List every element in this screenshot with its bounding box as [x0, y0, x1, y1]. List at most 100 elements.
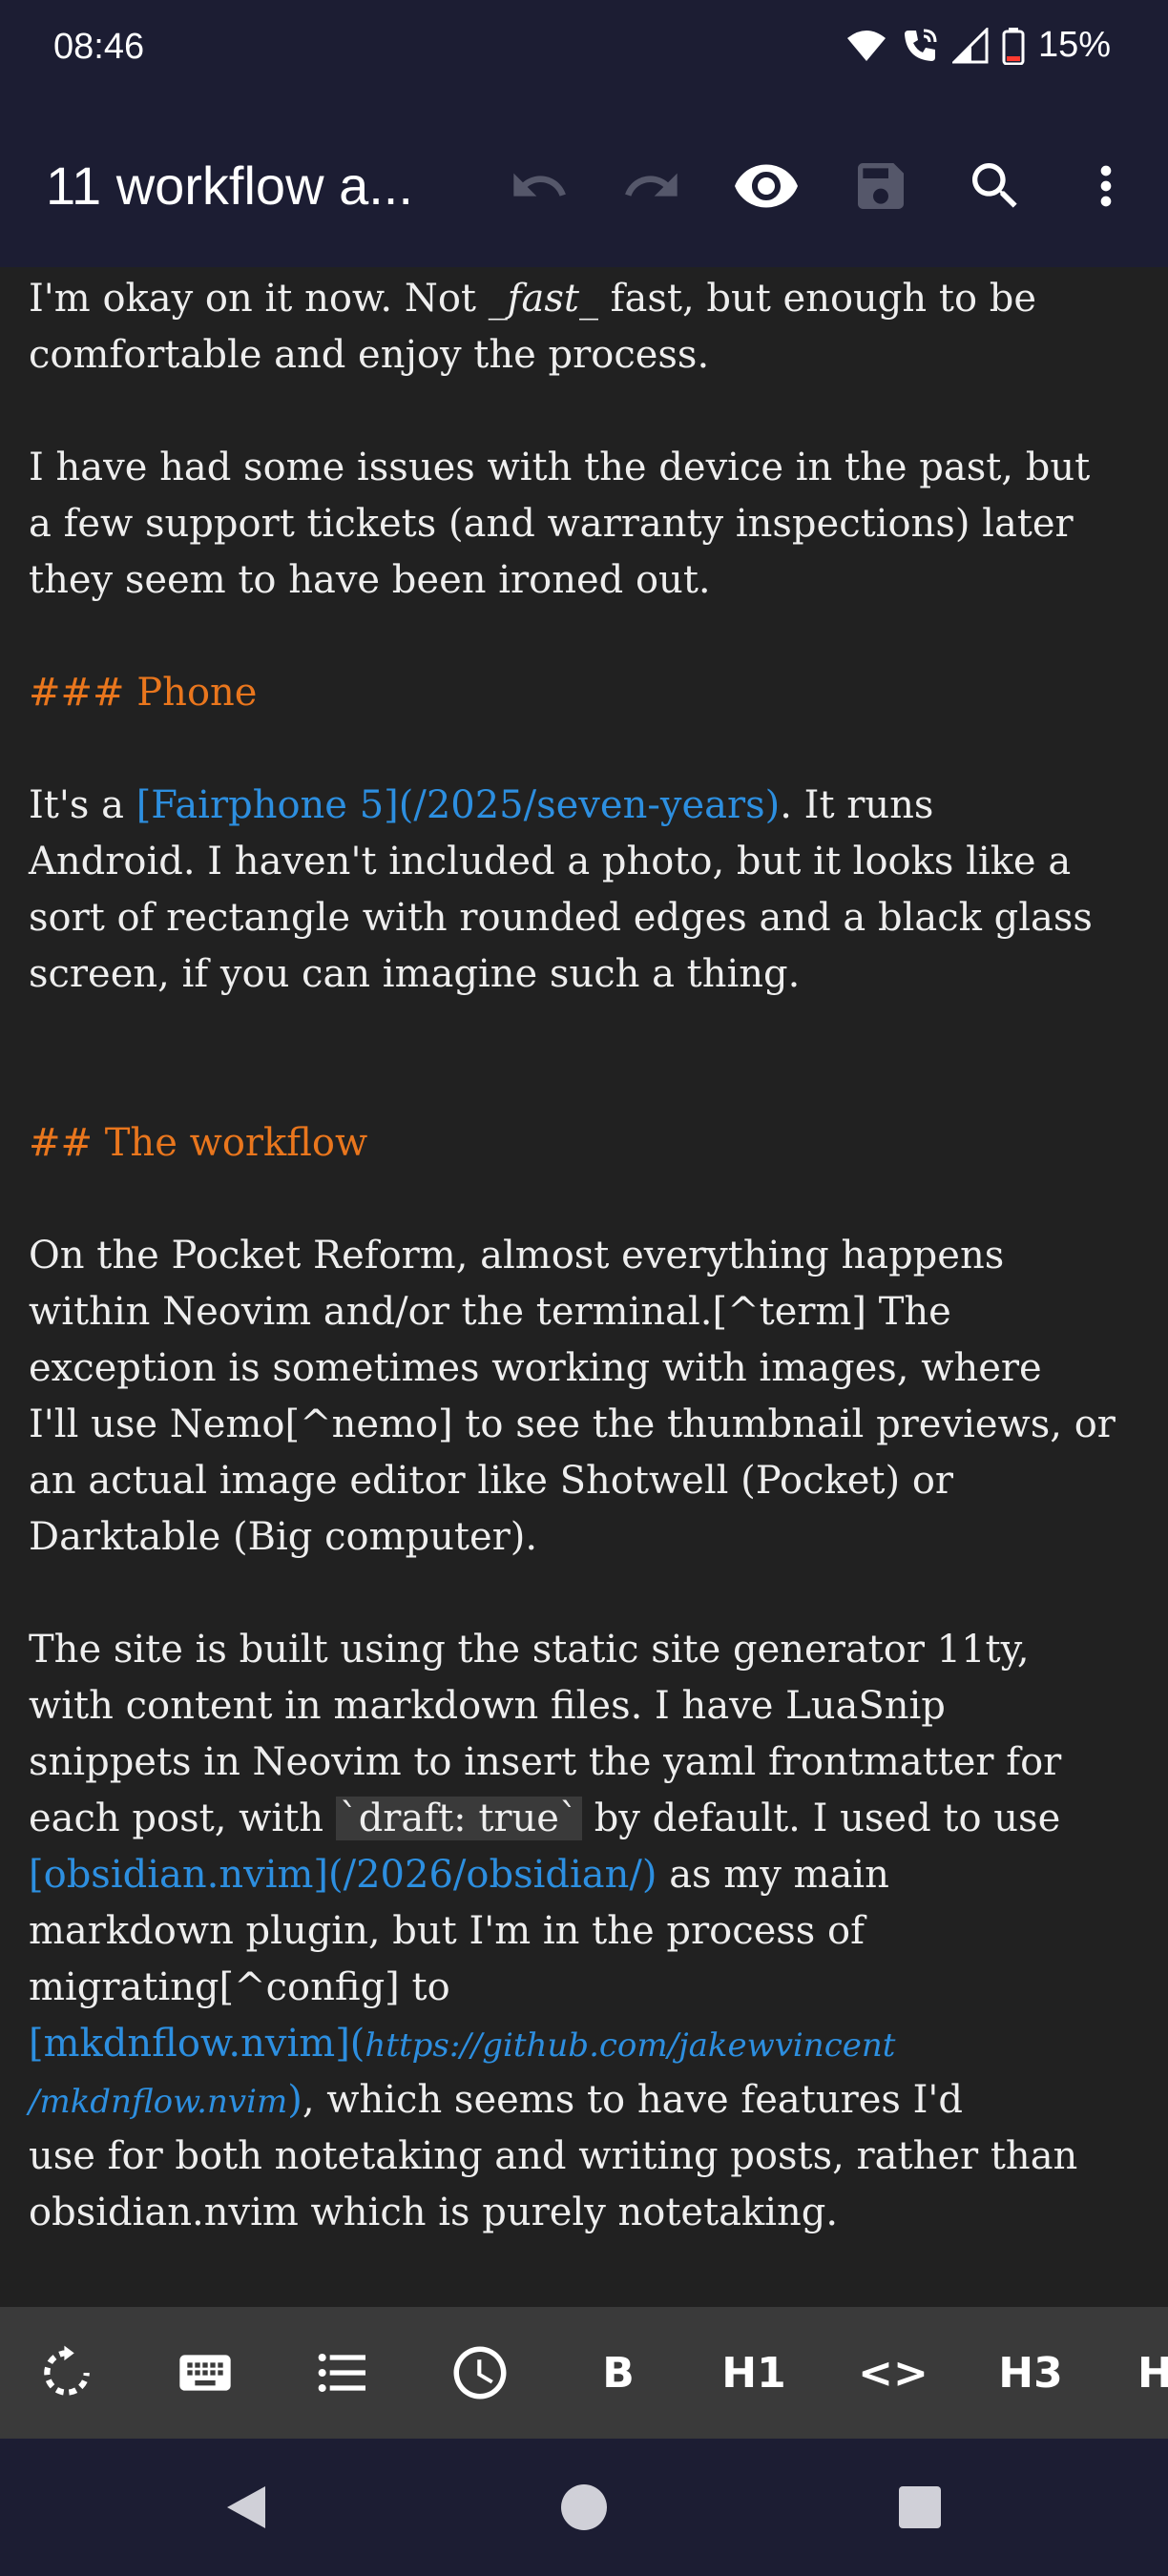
editor-line[interactable]: markdown plugin, but I'm in the process … [29, 1903, 1139, 1960]
preview-eye-icon [735, 164, 798, 208]
text-span: snippets in Neovim to insert the yaml fr… [29, 1740, 1062, 1784]
editor-line[interactable]: they seem to have been ironed out. [29, 552, 1139, 609]
battery-low-icon [1002, 27, 1025, 65]
text-span: fast, but enough to be [597, 277, 1037, 321]
editor-line[interactable]: migrating[^config] to [29, 1960, 1139, 2016]
cell-signal-icon [951, 27, 989, 63]
status-icons: 15% [845, 25, 1111, 66]
editor-line[interactable]: use for both notetaking and writing post… [29, 2129, 1139, 2185]
editor-line[interactable]: a few support tickets (and warranty insp… [29, 496, 1139, 552]
editor-line[interactable]: with content in markdown files. I have L… [29, 1678, 1139, 1735]
h1-icon: H1 [721, 2348, 786, 2398]
status-bar: 08:46 15% [0, 0, 1168, 105]
heading-button-partial[interactable]: H [1111, 2307, 1168, 2439]
text-span: On the Pocket Reform, almost everything … [29, 1234, 1005, 1278]
rotate-icon [44, 2345, 90, 2396]
editor-line[interactable]: [obsidian.nvim](/2026/obsidian/) as my m… [29, 1847, 1139, 1903]
format-toolbar: B H1 <> H3 H [0, 2307, 1168, 2439]
editor-line[interactable]: screen, if you can imagine such a thing. [29, 946, 1139, 1003]
rotate-button[interactable] [10, 2307, 124, 2439]
home-button[interactable] [544, 2467, 624, 2547]
text-span: with content in markdown files. I have L… [29, 1684, 946, 1728]
text-span: I'm okay on it now. Not [29, 277, 489, 321]
markdown-link: [Fairphone 5](/2025/seven-years) [136, 783, 781, 827]
editor-line[interactable]: Darktable (Big computer). [29, 1509, 1139, 1566]
editor-line[interactable]: ## The workflow [29, 1115, 1139, 1172]
text-span: within Neovim and/or the terminal.[^term… [29, 1290, 951, 1334]
h3-button[interactable]: H3 [973, 2307, 1088, 2439]
redo-button[interactable] [609, 143, 695, 229]
editor-line[interactable]: obsidian.nvim which is purely notetaking… [29, 2185, 1139, 2241]
text-span: Android. I haven't included a photo, but… [29, 840, 1072, 883]
text-span: they seem to have been ironed out. [29, 558, 711, 602]
search-button[interactable] [952, 143, 1038, 229]
more-vert-icon [1100, 165, 1112, 207]
markdown-heading: ### Phone [29, 671, 258, 715]
editor-line[interactable] [29, 1172, 1139, 1228]
editor-line[interactable] [29, 609, 1139, 665]
markdown-link: [mkdnflow.nvim]( [29, 2022, 365, 2066]
markdown-link: [obsidian.nvim](/2026/obsidian/) [29, 1853, 657, 1897]
text-span: I have had some issues with the device i… [29, 446, 1091, 489]
markdown-editor[interactable]: I'm okay on it now. Not _fast_ fast, but… [0, 267, 1168, 2307]
markdown-link: ) [287, 2078, 302, 2122]
text-span: exception is sometimes working with imag… [29, 1346, 1042, 1390]
editor-line[interactable]: Android. I haven't included a photo, but… [29, 834, 1139, 890]
redo-icon [625, 173, 678, 197]
editor-line[interactable]: each post, with `draft: true` by default… [29, 1791, 1139, 1847]
wifi-icon [846, 30, 886, 61]
list-icon [318, 2354, 365, 2392]
editor-line[interactable]: comfortable and enjoy the process. [29, 327, 1139, 384]
editor-line[interactable] [29, 1003, 1139, 1059]
editor-line[interactable]: I have had some issues with the device i… [29, 440, 1139, 496]
text-span: comfortable and enjoy the process. [29, 333, 710, 377]
editor-line[interactable] [29, 384, 1139, 440]
editor-line[interactable]: It's a [Fairphone 5](/2025/seven-years).… [29, 778, 1139, 834]
h1-button[interactable]: H1 [697, 2307, 811, 2439]
editor-line[interactable]: ### Phone [29, 665, 1139, 721]
back-icon [227, 2486, 265, 2528]
keyboard-button[interactable] [148, 2307, 262, 2439]
bold-button[interactable]: B [561, 2307, 676, 2439]
editor-line[interactable]: within Neovim and/or the terminal.[^term… [29, 1284, 1139, 1340]
search-icon [972, 163, 1017, 208]
editor-line[interactable]: The site is built using the static site … [29, 1622, 1139, 1678]
text-span: The site is built using the static site … [29, 1628, 1030, 1672]
undo-button[interactable] [496, 143, 582, 229]
text-span: as my main [657, 1853, 889, 1897]
battery-percent: 15% [1037, 25, 1111, 65]
editor-line[interactable]: sort of rectangle with rounded edges and… [29, 890, 1139, 946]
code-button[interactable]: <> [836, 2307, 950, 2439]
editor-line[interactable]: exception is sometimes working with imag… [29, 1340, 1139, 1397]
editor-line[interactable]: I'll use Nemo[^nemo] to see the thumbnai… [29, 1397, 1139, 1453]
editor-line[interactable]: On the Pocket Reform, almost everything … [29, 1228, 1139, 1284]
text-span: an actual image editor like Shotwell (Po… [29, 1459, 954, 1503]
bold-icon: B [602, 2348, 635, 2398]
editor-line[interactable]: snippets in Neovim to insert the yaml fr… [29, 1735, 1139, 1791]
text-span: obsidian.nvim which is purely notetaking… [29, 2191, 839, 2234]
app-bar: 11 workflow a... [0, 105, 1168, 267]
back-button[interactable] [206, 2467, 286, 2547]
save-button[interactable] [838, 143, 924, 229]
code-icon: <> [858, 2348, 928, 2398]
editor-line[interactable]: /mkdnflow.nvim), which seems to have fea… [29, 2072, 1139, 2129]
editor-line[interactable]: [mkdnflow.nvim](https://github.com/jakew… [29, 2016, 1139, 2072]
editor-line[interactable]: an actual image editor like Shotwell (Po… [29, 1453, 1139, 1509]
inline-code: `draft: true` [335, 1797, 582, 1840]
more-options-button[interactable] [1063, 143, 1149, 229]
recents-button[interactable] [880, 2467, 960, 2547]
preview-button[interactable] [723, 143, 809, 229]
markdown-link: https://github.com/jakewvincent [365, 2026, 896, 2065]
editor-line[interactable] [29, 721, 1139, 778]
editor-line[interactable] [29, 1059, 1139, 1115]
recents-icon [899, 2486, 941, 2528]
text-span: It's a [29, 783, 136, 827]
emphasis-text: _fast_ [488, 277, 598, 321]
home-icon [561, 2484, 607, 2530]
editor-line[interactable]: I'm okay on it now. Not _fast_ fast, but… [29, 271, 1139, 327]
text-span: I'll use Nemo[^nemo] to see the thumbnai… [29, 1402, 1116, 1446]
list-button[interactable] [285, 2307, 400, 2439]
editor-line[interactable] [29, 1566, 1139, 1622]
time-button[interactable] [423, 2307, 537, 2439]
markdown-heading: ## The workflow [29, 1121, 368, 1165]
